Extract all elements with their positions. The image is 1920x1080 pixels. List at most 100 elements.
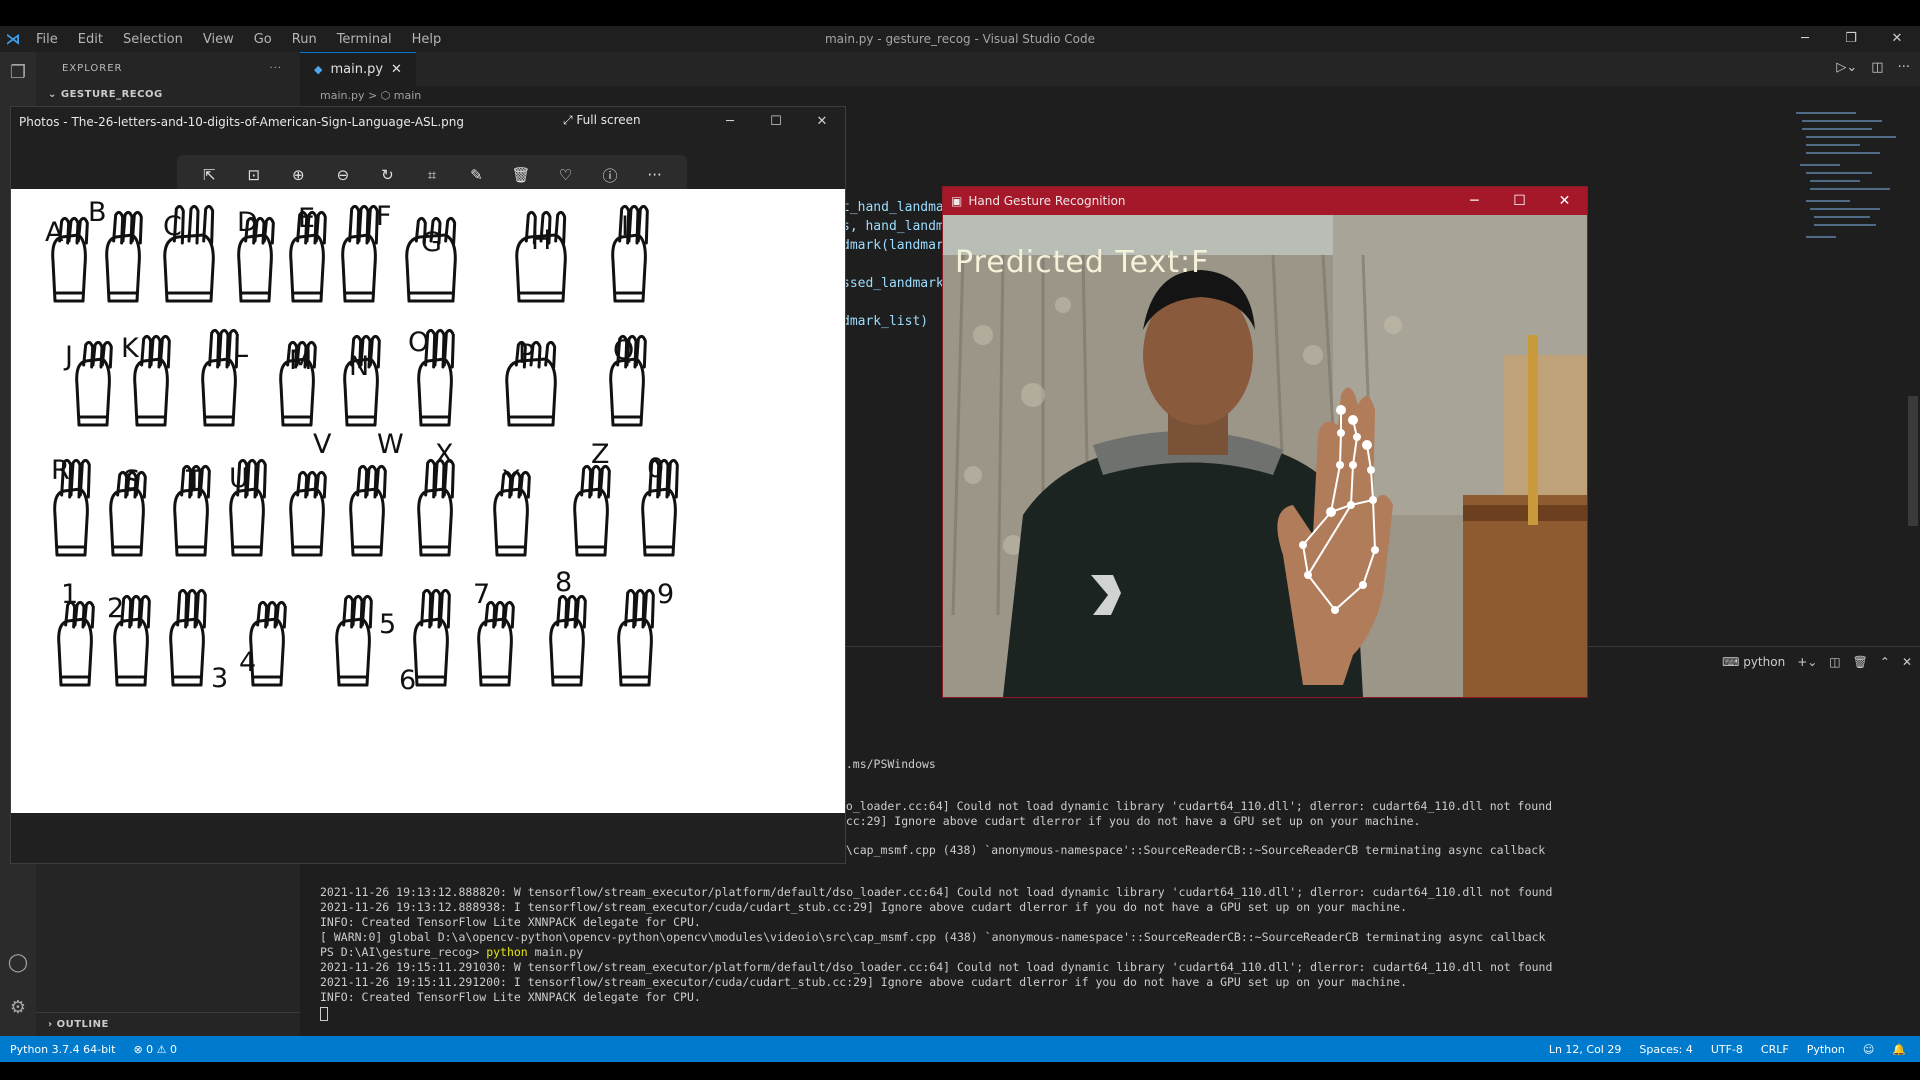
terminal-line: INFO: Created TensorFlow Lite XNNPACK de… (320, 915, 701, 929)
asl-hand-7 (477, 600, 515, 687)
draw-icon[interactable]: ✎ (464, 166, 488, 184)
minimap[interactable] (1796, 108, 1906, 298)
tab-label: main.py (330, 62, 384, 77)
camera-window-controls: ─ ☐ ✕ (1452, 187, 1587, 215)
zoom-in-icon[interactable]: ⊕ (286, 166, 310, 184)
outline-label: OUTLINE (56, 1019, 109, 1030)
favorite-icon[interactable]: ♡ (554, 166, 578, 184)
asl-letter-W: W (377, 429, 404, 460)
minimize-icon[interactable]: ─ (1452, 187, 1497, 215)
more-actions-icon[interactable]: ··· (269, 63, 282, 74)
more-icon[interactable]: ··· (1898, 60, 1910, 75)
asl-letter-E: E (298, 203, 316, 234)
menu-file[interactable]: File (26, 32, 68, 47)
breadcrumb[interactable]: main.py > ⬡ main (300, 86, 1800, 106)
asl-hand-5 (335, 594, 373, 687)
maximize-icon[interactable]: ☐ (1497, 187, 1542, 215)
terminal-line: dso_loader.cc:64] Could not load dynamic… (832, 799, 1553, 813)
rotate-icon[interactable]: ↻ (375, 166, 399, 184)
problems-count[interactable]: ⊗ 0 ⚠ 0 (133, 1043, 177, 1056)
delete-icon[interactable]: 🗑 (509, 166, 533, 184)
tab-main-py[interactable]: ◆ main.py ✕ (300, 52, 416, 86)
trash-icon[interactable]: 🗑 (1853, 655, 1868, 669)
maximize-panel-icon[interactable]: ⌃ (1880, 655, 1890, 669)
run-icon[interactable]: ▷⌄ (1836, 60, 1857, 75)
asl-letter-A: A (45, 217, 64, 248)
asl-letter-V: V (313, 429, 332, 460)
outline-section[interactable]: › OUTLINE (36, 1012, 300, 1036)
minimize-icon[interactable]: ─ (707, 107, 753, 137)
project-folder[interactable]: ⌄ GESTURE_RECOG (36, 84, 300, 106)
indentation[interactable]: Spaces: 4 (1639, 1043, 1692, 1056)
gear-icon[interactable]: ⚙ (0, 997, 36, 1018)
fit-icon[interactable]: ⊡ (242, 166, 266, 184)
info-icon[interactable]: ⓘ (598, 165, 622, 186)
close-panel-icon[interactable]: ✕ (1902, 655, 1912, 669)
split-terminal-icon[interactable]: ◫ (1829, 655, 1840, 669)
restore-icon[interactable]: ❐ (1828, 26, 1874, 52)
fullscreen-button[interactable]: ⤢ Full screen (563, 113, 641, 128)
menu-go[interactable]: Go (244, 32, 282, 47)
tab-close-icon[interactable]: ✕ (391, 62, 402, 77)
terminal-command-arg: main.py (534, 945, 584, 959)
letterbox-top (0, 0, 1920, 26)
maximize-icon[interactable]: ☐ (753, 107, 799, 137)
menu-view[interactable]: View (193, 32, 244, 47)
asl-letter-F: F (376, 201, 392, 232)
encoding[interactable]: UTF-8 (1711, 1043, 1743, 1056)
vertical-scrollbar[interactable] (1908, 396, 1918, 526)
asl-hand-K (133, 334, 171, 427)
asl-letter-Q: Q (613, 335, 635, 366)
menu-terminal[interactable]: Terminal (327, 32, 402, 47)
asl-letter-C: C (163, 211, 182, 242)
fullscreen-label: Full screen (576, 113, 641, 127)
line-ending[interactable]: CRLF (1761, 1043, 1789, 1056)
asl-hand-J (75, 340, 113, 427)
editor-tabs: ◆ main.py ✕ ▷⌄ ◫ ··· (300, 52, 1920, 86)
zoom-out-icon[interactable]: ⊖ (331, 166, 355, 184)
menu-run[interactable]: Run (282, 32, 327, 47)
view-actual-size-icon[interactable]: ⇱ (197, 166, 221, 184)
asl-letter-T: T (186, 465, 203, 496)
close-icon[interactable]: ✕ (1874, 26, 1920, 52)
app-window-icon: ▣ (951, 194, 963, 208)
account-icon[interactable]: ◯ (0, 952, 36, 973)
terminal-line: i.cc:29] Ignore above cudart dlerror if … (832, 814, 1421, 828)
split-editor-icon[interactable]: ◫ (1871, 60, 1883, 75)
terminal-selector[interactable]: ⌨ python (1722, 655, 1785, 669)
menu-edit[interactable]: Edit (68, 32, 113, 47)
asl-hand-Z (573, 464, 611, 557)
minimize-icon[interactable]: ─ (1782, 26, 1828, 52)
hand-signs-drawing (51, 204, 679, 687)
asl-letter-7: 7 (473, 579, 491, 610)
menu-help[interactable]: Help (402, 32, 452, 47)
project-name: GESTURE_RECOG (60, 89, 163, 100)
close-icon[interactable]: ✕ (1542, 187, 1587, 215)
cursor-position[interactable]: Ln 12, Col 29 (1549, 1043, 1622, 1056)
asl-letter-L: L (233, 333, 249, 364)
language-mode[interactable]: Python (1807, 1043, 1845, 1056)
terminal-line: 2021-11-26 19:13:12.888938: I tensorflow… (320, 900, 1408, 914)
crop-icon[interactable]: ⌗ (420, 166, 444, 184)
code-line: s, hand_landm (842, 219, 944, 234)
bell-icon[interactable]: 🔔 (1892, 1043, 1906, 1056)
menu-bar: File Edit Selection View Go Run Terminal… (26, 32, 451, 47)
add-terminal-icon[interactable]: +⌄ (1797, 655, 1817, 669)
code-line: dmark(landmar (842, 238, 944, 253)
code-line: ssed_landmark_ (842, 276, 952, 291)
terminal-command-line: PS D:\AI\gesture_recog> python main.py (320, 945, 583, 959)
more-icon[interactable]: ··· (643, 166, 667, 184)
camera-title-bar: ▣ Hand Gesture Recognition ─ ☐ ✕ (943, 187, 1587, 215)
menu-selection[interactable]: Selection (113, 32, 193, 47)
asl-letter-R: R (51, 455, 70, 486)
feedback-icon[interactable]: ☺ (1863, 1043, 1874, 1056)
asl-hand-W (349, 464, 387, 557)
asl-letter-G: G (421, 227, 442, 258)
asl-letter-3: 3 (211, 663, 229, 694)
terminal-line: [ WARN:0] global D:\a\opencv-python\open… (320, 930, 1546, 944)
asl-letter-D: D (237, 207, 258, 238)
explorer-title: EXPLORER (62, 62, 123, 74)
python-interpreter[interactable]: Python 3.7.4 64-bit (10, 1043, 115, 1056)
explorer-icon[interactable]: ❐ (0, 52, 36, 92)
close-icon[interactable]: ✕ (799, 107, 845, 137)
